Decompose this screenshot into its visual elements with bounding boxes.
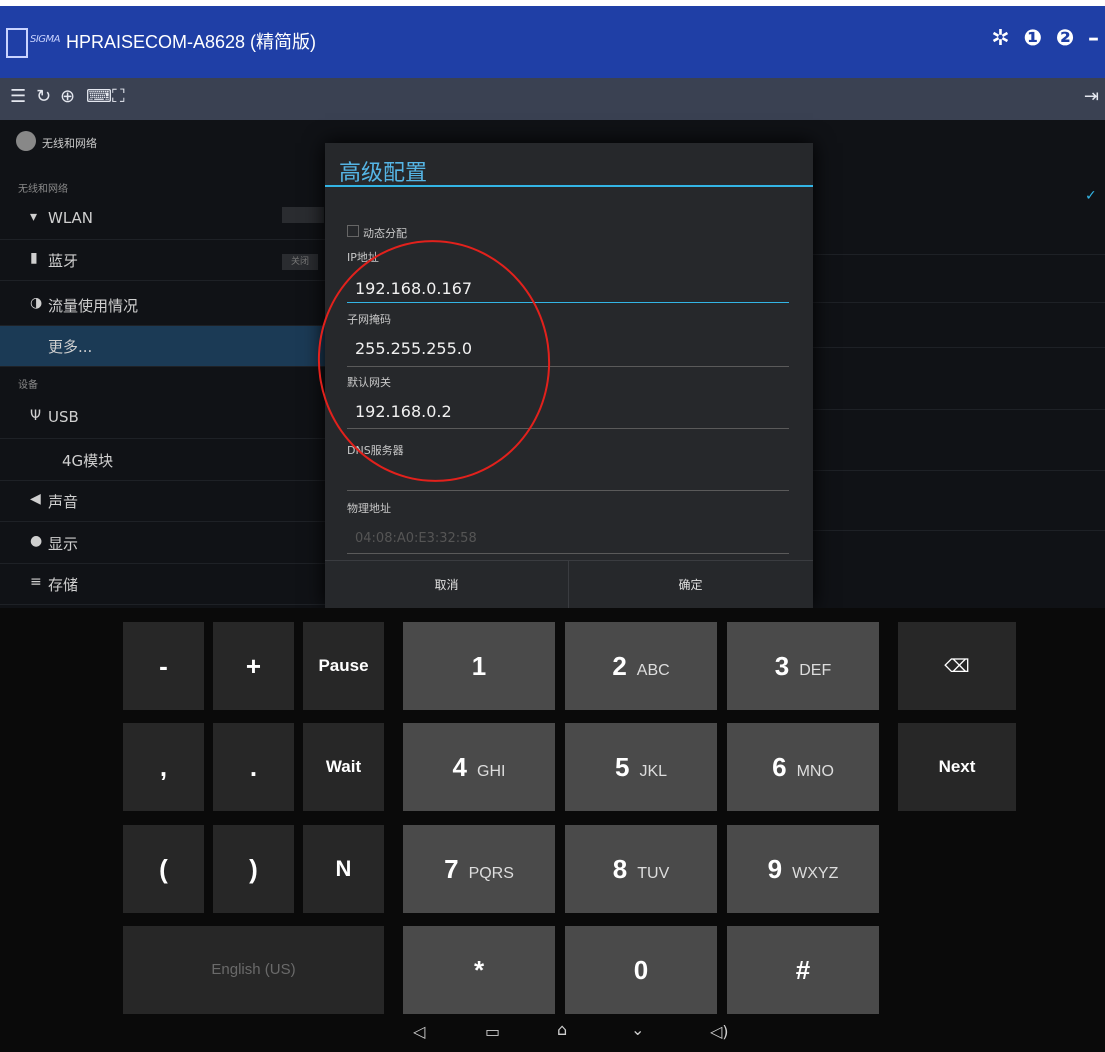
- category-wireless: 无线和网络: [18, 184, 68, 195]
- hide-keyboard-icon[interactable]: ⌄: [631, 1020, 644, 1039]
- wifi-icon: ▾: [30, 209, 38, 225]
- window-title: HPRAISECOM-A8628 (精简版): [66, 32, 317, 52]
- cancel-button[interactable]: 取消: [325, 561, 569, 609]
- display-icon: ●: [30, 533, 43, 549]
- key-close-paren[interactable]: ): [213, 825, 294, 913]
- key-star[interactable]: *: [403, 926, 555, 1014]
- sidebar-item-4g[interactable]: 4G模块: [0, 440, 350, 481]
- sidebar-item-more[interactable]: 更多...: [0, 326, 350, 367]
- key-minus[interactable]: -: [123, 622, 204, 710]
- fullscreen-icon[interactable]: ⛶: [112, 86, 125, 107]
- minimize-icon[interactable]: –: [1088, 26, 1099, 51]
- brand-label: SIGMA: [30, 34, 61, 45]
- usb-icon: Ψ: [30, 408, 42, 424]
- key-n[interactable]: N: [303, 825, 384, 913]
- backspace-key[interactable]: ⌫: [898, 622, 1016, 710]
- volume-up-icon[interactable]: ◁): [710, 1022, 729, 1041]
- next-key[interactable]: Next: [898, 723, 1016, 811]
- key-comma[interactable]: ,: [123, 723, 204, 811]
- language-key[interactable]: English (US): [123, 926, 384, 1014]
- system-nav-bar: ◁ ▭ ⌂ ⌄ ◁): [0, 1014, 1105, 1052]
- gear-icon[interactable]: ✲: [991, 26, 1009, 51]
- bluetooth-icon: ▮: [30, 250, 38, 266]
- dhcp-label: 动态分配: [363, 227, 407, 240]
- menu-icon[interactable]: ☰: [10, 86, 26, 107]
- key-3[interactable]: 3 DEF: [727, 622, 879, 710]
- key-period[interactable]: .: [213, 723, 294, 811]
- app-logo-icon: [6, 28, 28, 58]
- sidebar-item-display[interactable]: ● 显示: [0, 523, 350, 564]
- dialog-title: 高级配置: [339, 161, 428, 186]
- key-7[interactable]: 7 PQRS: [403, 825, 555, 913]
- key-2[interactable]: 2 ABC: [565, 622, 717, 710]
- remote-toolbar: ☰ ↻ ⊕ ⌨ ⛶ ⇥: [0, 78, 1105, 120]
- key-4[interactable]: 4 GHI: [403, 723, 555, 811]
- recent-apps-icon[interactable]: ▭: [485, 1022, 500, 1041]
- data-usage-icon: ◑: [30, 295, 43, 311]
- key-1[interactable]: 1: [403, 622, 555, 710]
- keyboard-icon[interactable]: ⌨: [86, 86, 112, 107]
- settings-header: 无线和网络: [42, 137, 97, 150]
- settings-gear-icon: [16, 131, 36, 151]
- backspace-icon: ⌫: [944, 656, 970, 676]
- key-wait[interactable]: Wait: [303, 723, 384, 811]
- key-9[interactable]: 9 WXYZ: [727, 825, 879, 913]
- storage-icon: ≡: [30, 574, 42, 590]
- key-plus[interactable]: +: [213, 622, 294, 710]
- key-open-paren[interactable]: (: [123, 825, 204, 913]
- wlan-toggle[interactable]: [282, 207, 324, 223]
- bluetooth-toggle[interactable]: 关闭: [282, 254, 318, 270]
- mac-field: 04:08:A0:E3:32:58: [355, 531, 477, 546]
- window-controls: ✲ ❶ ❷ –: [985, 26, 1099, 51]
- dhcp-checkbox[interactable]: [347, 225, 359, 237]
- key-pause[interactable]: Pause: [303, 622, 384, 710]
- key-8[interactable]: 8 TUV: [565, 825, 717, 913]
- refresh-icon[interactable]: ↻: [36, 86, 51, 107]
- ok-button[interactable]: 确定: [569, 561, 812, 609]
- category-device: 设备: [18, 380, 38, 391]
- volume-down-icon[interactable]: ◁: [413, 1022, 425, 1041]
- key-0[interactable]: 0: [565, 926, 717, 1014]
- checked-icon: ✓: [1085, 188, 1097, 204]
- sound-icon: ◀: [30, 491, 41, 507]
- help-icon[interactable]: ❷: [1056, 26, 1075, 51]
- exit-icon[interactable]: ⇥: [1084, 86, 1099, 107]
- key-hash[interactable]: #: [727, 926, 879, 1014]
- mac-label: 物理地址: [347, 502, 391, 515]
- info-icon[interactable]: ❶: [1023, 26, 1042, 51]
- dialog-title-divider: [325, 185, 813, 187]
- key-6[interactable]: 6 MNO: [727, 723, 879, 811]
- home-icon[interactable]: ⌂: [557, 1020, 567, 1039]
- mac-underline: [347, 553, 789, 554]
- sidebar-item-data-usage[interactable]: ◑ 流量使用情况: [0, 285, 350, 326]
- dns-underline: [347, 490, 789, 491]
- window-title-bar: SIGMA HPRAISECOM-A8628 (精简版) ✲ ❶ ❷ –: [0, 0, 1105, 78]
- sidebar-item-usb[interactable]: Ψ USB: [0, 398, 350, 439]
- dialog-button-row: 取消 确定: [325, 560, 813, 609]
- sidebar-item-sound[interactable]: ◀ 声音: [0, 481, 350, 522]
- key-5[interactable]: 5 JKL: [565, 723, 717, 811]
- sidebar-item-storage[interactable]: ≡ 存储: [0, 564, 350, 605]
- zoom-icon[interactable]: ⊕: [60, 86, 75, 107]
